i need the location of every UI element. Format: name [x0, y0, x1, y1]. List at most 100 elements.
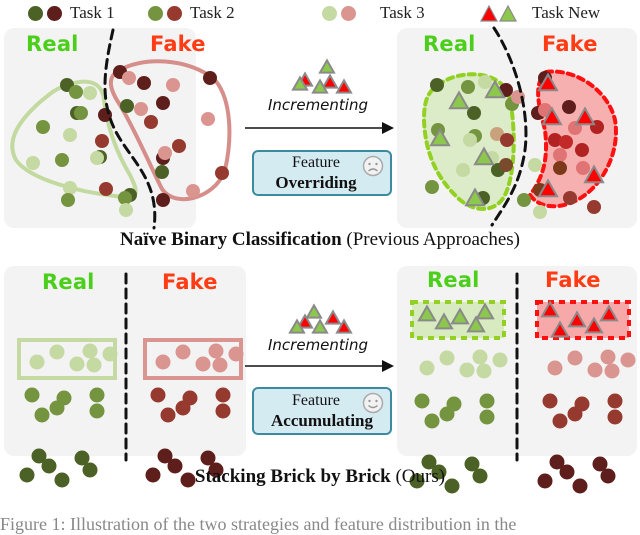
data-point: [430, 78, 444, 92]
fake-label: Fake: [162, 270, 218, 294]
data-point: [137, 76, 151, 90]
data-point: [517, 193, 531, 207]
data-point: [120, 99, 134, 113]
data-point: [155, 165, 169, 179]
data-point: [528, 158, 542, 172]
data-point: [424, 413, 440, 429]
data-point: [472, 349, 488, 365]
data-point: [575, 143, 589, 157]
data-point: [166, 78, 180, 92]
data-point: [90, 151, 104, 165]
data-point: [63, 128, 77, 142]
real-label: Real: [427, 268, 480, 292]
data-point: [156, 193, 170, 207]
data-point: [553, 148, 567, 162]
data-point: [69, 85, 83, 99]
title-bold: Stacking Brick by Brick: [194, 466, 391, 487]
data-point: [201, 112, 215, 126]
data-point: [134, 102, 148, 116]
data-point: [119, 203, 133, 217]
legend-label: Task 3: [380, 3, 425, 22]
new-task-triangle: [318, 58, 336, 74]
bottom-section-title: Stacking Brick by Brick (Ours): [0, 466, 640, 488]
data-point: [203, 71, 217, 85]
data-point: [456, 163, 470, 177]
data-point: [461, 80, 475, 94]
feature-accumulating-box: Feature Accumulating: [252, 387, 392, 435]
data-point: [620, 352, 636, 368]
data-point: [542, 393, 558, 409]
incrementing-label: Incrementing: [268, 336, 368, 354]
data-point: [195, 356, 211, 372]
fake-label: Fake: [150, 32, 206, 56]
new-task-triangle: [311, 318, 329, 334]
data-point: [215, 166, 229, 180]
data-point: [587, 362, 603, 378]
data-point: [186, 184, 200, 198]
data-point: [600, 349, 616, 365]
real-label: Real: [423, 32, 476, 56]
data-point: [55, 153, 69, 167]
feature-box-line2: Accumulating: [271, 411, 373, 430]
data-point: [56, 390, 72, 406]
real-circle-icon: [322, 5, 337, 21]
data-point: [563, 191, 577, 205]
data-point: [102, 346, 118, 362]
real-label: Real: [26, 32, 79, 56]
new-task-triangle: [324, 309, 342, 325]
data-point: [95, 134, 109, 148]
figure-caption: Figure 1: Illustration of the two strate…: [0, 514, 517, 534]
data-point: [552, 413, 568, 429]
data-point: [155, 354, 171, 370]
data-point: [26, 156, 40, 170]
data-point: [576, 161, 590, 175]
feature-overriding-box: Feature Overriding: [252, 150, 392, 196]
title-normal: (Previous Approaches): [341, 229, 521, 250]
data-point: [182, 390, 198, 406]
data-point: [208, 343, 224, 359]
data-point: [24, 387, 40, 403]
data-point: [118, 191, 132, 205]
legend-item-task-new: Task New: [480, 2, 600, 24]
data-point: [446, 396, 462, 412]
title-bold: Naïve Binary Classification: [119, 229, 342, 250]
data-point: [604, 363, 620, 379]
data-point: [36, 120, 50, 134]
data-point: [553, 161, 567, 175]
data-point: [476, 363, 492, 379]
data-point: [574, 396, 590, 412]
data-point: [172, 139, 186, 153]
bottom-right-panel: Real Fake: [397, 266, 637, 494]
data-point: [89, 403, 105, 419]
data-point: [414, 393, 430, 409]
data-point: [547, 360, 563, 376]
data-point: [175, 344, 191, 360]
data-point: [74, 106, 88, 120]
data-point: [49, 344, 65, 360]
legend-item-task3: Task 3: [322, 2, 425, 24]
data-point: [69, 356, 85, 372]
data-point: [215, 403, 231, 419]
fake-label: Fake: [542, 32, 598, 56]
data-point: [425, 180, 439, 194]
data-point: [89, 387, 105, 403]
data-point: [86, 357, 102, 373]
data-point: [212, 357, 228, 373]
data-point: [61, 193, 75, 207]
data-point: [144, 115, 158, 129]
fake-circle-icon: [341, 5, 356, 21]
top-right-panel: Real Fake: [397, 26, 637, 228]
data-point: [439, 350, 455, 366]
data-point: [533, 205, 547, 219]
data-point: [479, 409, 495, 425]
data-point: [215, 387, 231, 403]
legend-label: Task New: [532, 3, 601, 22]
sad-face-icon: [362, 155, 384, 177]
triangle-pair-icon: [480, 4, 517, 22]
data-point: [83, 86, 97, 100]
data-point: [567, 350, 583, 366]
title-normal: (Ours): [390, 466, 446, 487]
bottom-left-panel: Real Fake: [4, 266, 246, 488]
data-point: [478, 75, 492, 89]
data-point: [463, 133, 477, 147]
